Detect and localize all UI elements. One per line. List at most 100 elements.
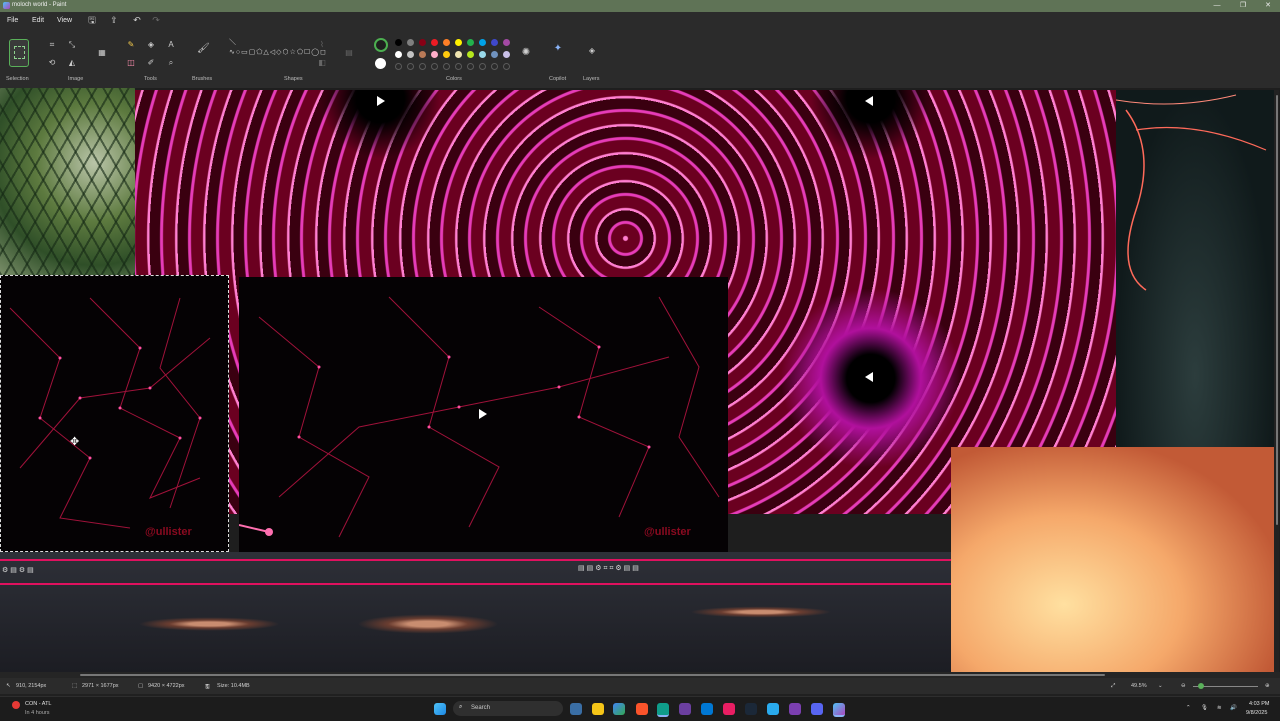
- vscode-icon[interactable]: [701, 703, 713, 715]
- magnifier-icon[interactable]: ⌕: [166, 58, 176, 68]
- primary-color-swatch[interactable]: [374, 38, 388, 52]
- wifi-icon[interactable]: ≋: [1217, 705, 1222, 711]
- zoom-level[interactable]: 49.5%: [1131, 683, 1147, 689]
- outline-icon[interactable]: ⌇: [317, 40, 327, 50]
- edge-browser-icon[interactable]: [657, 703, 669, 717]
- weather-alert-icon[interactable]: [12, 701, 20, 709]
- shapes-gallery[interactable]: ＼∿○▭▢⬠△◁◇⬡☆⬠☐◯◻: [229, 38, 326, 72]
- undo-icon[interactable]: ↶: [132, 15, 142, 25]
- palette-swatch[interactable]: [395, 51, 402, 58]
- file-explorer-icon[interactable]: [592, 703, 604, 715]
- palette-swatch[interactable]: [419, 39, 426, 46]
- palette-swatch[interactable]: [479, 39, 486, 46]
- image-extra-icon[interactable]: ▦: [97, 48, 107, 58]
- app-icon-pink[interactable]: [723, 703, 735, 715]
- palette-swatch[interactable]: [503, 39, 510, 46]
- play-icon-center[interactable]: [479, 409, 487, 419]
- redo-icon[interactable]: ↷: [151, 15, 161, 25]
- play-reverse-icon-lower[interactable]: [865, 372, 873, 382]
- palette-swatch[interactable]: [407, 39, 414, 46]
- menu-file[interactable]: File: [7, 17, 18, 24]
- video-controls-center[interactable]: ▤▤⚙⌗⌗⚙▤▤: [578, 564, 641, 576]
- custom-color-slot[interactable]: [479, 63, 486, 70]
- clock-time[interactable]: 4:03 PM: [1249, 701, 1269, 707]
- palette-swatch[interactable]: [443, 39, 450, 46]
- drawing-canvas[interactable]: @ullister ✥ @ullister ⚙▤⚙▤ ▤▤⚙⌗⌗⚙▤▤: [0, 88, 1280, 672]
- custom-color-slot[interactable]: [419, 63, 426, 70]
- custom-color-slot[interactable]: [395, 63, 402, 70]
- horizontal-scroll-thumb[interactable]: [80, 674, 1105, 676]
- eraser-icon[interactable]: ◫: [126, 58, 136, 68]
- palette-swatch[interactable]: [443, 51, 450, 58]
- palette-swatch[interactable]: [395, 39, 402, 46]
- play-reverse-icon[interactable]: [865, 96, 873, 106]
- copilot-icon[interactable]: ✦: [553, 44, 563, 54]
- resize-icon[interactable]: ⤡: [67, 40, 77, 50]
- text-icon[interactable]: A: [166, 40, 176, 50]
- custom-color-slot[interactable]: [407, 63, 414, 70]
- start-icon[interactable]: [434, 703, 446, 715]
- menu-edit[interactable]: Edit: [32, 17, 44, 24]
- palette-swatch[interactable]: [431, 51, 438, 58]
- pencil-icon[interactable]: ✎: [126, 40, 136, 50]
- volume-icon[interactable]: 🔊: [1230, 705, 1237, 711]
- palette-swatch[interactable]: [419, 51, 426, 58]
- palette-swatch[interactable]: [467, 39, 474, 46]
- discord-icon[interactable]: [811, 703, 823, 715]
- palette-swatch[interactable]: [431, 39, 438, 46]
- palette-swatch[interactable]: [455, 51, 462, 58]
- brave-browser-icon[interactable]: [636, 703, 648, 715]
- palette-swatch[interactable]: [455, 39, 462, 46]
- copilot-taskbar-icon[interactable]: [613, 703, 625, 715]
- fit-to-window-icon[interactable]: ⤢: [1111, 683, 1115, 690]
- rotate-icon[interactable]: ⟲: [47, 58, 57, 68]
- tray-chevron-icon[interactable]: ⌃: [1186, 705, 1191, 711]
- zoom-in-icon[interactable]: ⊕: [1265, 683, 1270, 689]
- shape-fill-icon[interactable]: ◧: [317, 58, 327, 68]
- crop-icon[interactable]: ⌗: [47, 40, 57, 50]
- palette-swatch[interactable]: [491, 51, 498, 58]
- search-box[interactable]: ⌕ Search: [453, 701, 563, 716]
- custom-color-slot[interactable]: [455, 63, 462, 70]
- custom-color-slot[interactable]: [443, 63, 450, 70]
- save-icon[interactable]: 🖫: [87, 15, 97, 25]
- palette-swatch[interactable]: [479, 51, 486, 58]
- app-icon-purple[interactable]: [679, 703, 691, 715]
- layers-icon[interactable]: ◈: [587, 46, 597, 56]
- color-picker-icon[interactable]: ✐: [146, 58, 156, 68]
- selection-tool-button[interactable]: [9, 39, 29, 67]
- vertical-scroll-thumb[interactable]: [1276, 95, 1278, 525]
- secondary-color-swatch[interactable]: [375, 58, 386, 69]
- vertical-scrollbar[interactable]: [1274, 90, 1279, 672]
- palette-swatch[interactable]: [467, 51, 474, 58]
- zoom-slider-knob[interactable]: [1198, 683, 1204, 689]
- brush-icon[interactable]: 🖌: [197, 44, 210, 54]
- close-button[interactable]: ✕: [1257, 0, 1279, 12]
- palette-swatch[interactable]: [407, 51, 414, 58]
- zoom-out-icon[interactable]: ⊖: [1181, 683, 1186, 689]
- color-wheel-icon[interactable]: ✺: [521, 48, 531, 58]
- share-icon[interactable]: ⇪: [109, 15, 119, 25]
- palette-swatch[interactable]: [503, 51, 510, 58]
- task-view-icon[interactable]: [570, 703, 582, 715]
- custom-color-slot[interactable]: [503, 63, 510, 70]
- shapes-more-icon[interactable]: ▤: [344, 48, 354, 58]
- fill-icon[interactable]: ◈: [146, 40, 156, 50]
- zoom-dropdown-icon[interactable]: ⌄: [1158, 683, 1163, 689]
- clock-date[interactable]: 9/8/2025: [1246, 710, 1267, 716]
- menu-view[interactable]: View: [57, 17, 72, 24]
- custom-color-slot[interactable]: [467, 63, 474, 70]
- minimize-button[interactable]: —: [1206, 0, 1228, 12]
- custom-color-slot[interactable]: [431, 63, 438, 70]
- paint-taskbar-icon[interactable]: [833, 703, 845, 717]
- weather-title[interactable]: CON - ATL: [25, 701, 52, 707]
- flip-icon[interactable]: ◭: [67, 58, 77, 68]
- palette-swatch[interactable]: [491, 39, 498, 46]
- app-icon-violet[interactable]: [789, 703, 801, 715]
- play-icon[interactable]: [377, 96, 385, 106]
- microphone-icon[interactable]: 🎙: [1201, 705, 1208, 711]
- steam-icon[interactable]: [745, 703, 757, 715]
- custom-color-slot[interactable]: [491, 63, 498, 70]
- video-controls-left[interactable]: ⚙▤⚙▤: [2, 566, 36, 578]
- restore-button[interactable]: ❐: [1232, 0, 1254, 12]
